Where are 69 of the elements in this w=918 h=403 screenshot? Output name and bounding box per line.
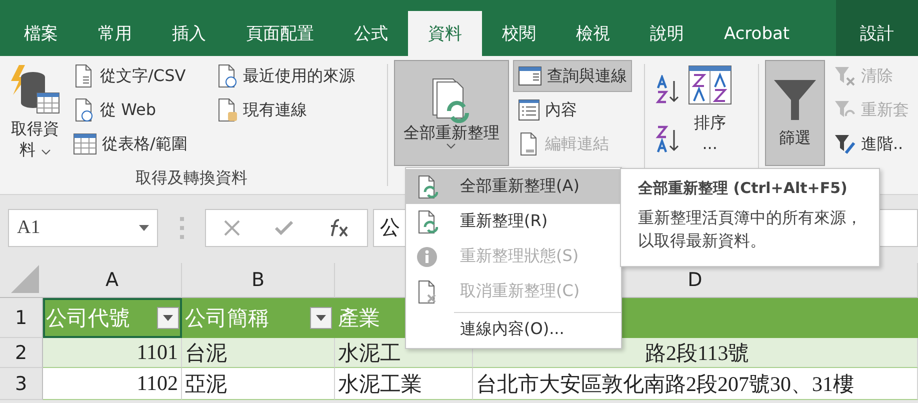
- ribbon-command[interactable]: 現有連線: [211, 94, 360, 126]
- clock-document-icon: [216, 64, 238, 88]
- table-cell: 亞泥: [182, 368, 335, 400]
- ribbon-command[interactable]: 從表格/範圍: [68, 128, 203, 160]
- group-label: 取得及轉換資料: [134, 168, 248, 189]
- filter-dropdown[interactable]: [157, 307, 179, 329]
- caret-icon: [163, 315, 173, 321]
- ribbon-command[interactable]: 從 Web: [68, 94, 203, 126]
- refresh-document-icon: [416, 210, 438, 234]
- table-cell: 水泥工業: [335, 368, 473, 400]
- ribbon-command[interactable]: 進階..: [828, 128, 914, 160]
- refresh-documents-icon: [416, 174, 438, 198]
- header-text: 公司代號: [46, 305, 130, 332]
- advanced-filter-icon: [834, 133, 856, 155]
- ribbon-tab[interactable]: 常用: [78, 11, 152, 56]
- ribbon-tab[interactable]: Acrobat: [704, 11, 810, 56]
- sort-descending-icon: [654, 124, 681, 154]
- ribbon-tab[interactable]: 頁面配置: [226, 11, 334, 56]
- table-icon: [73, 133, 97, 155]
- get-data-button[interactable]: 取得資 料: [6, 60, 64, 168]
- info-icon: [416, 246, 438, 268]
- check-icon[interactable]: [275, 220, 294, 234]
- sort-icon: [688, 65, 732, 105]
- refresh-all-button[interactable]: 全部重新整理: [394, 60, 509, 166]
- table-icon: [518, 66, 542, 86]
- funnel-icon: [772, 78, 817, 122]
- ribbon-tab[interactable]: 插入: [152, 11, 226, 56]
- list-icon: [518, 99, 540, 121]
- sort-button[interactable]: 排序 ...: [684, 60, 735, 168]
- name-box[interactable]: A1: [8, 208, 158, 246]
- tooltip-text: 重新整理活頁簿中的所有來源，以取得最新資料。: [638, 207, 863, 252]
- ribbon-command[interactable]: 最近使用的來源: [211, 60, 360, 92]
- caret-icon: [40, 148, 51, 155]
- ribbon-command[interactable]: 從文字/CSV: [68, 60, 203, 92]
- ribbon-tab[interactable]: 設計: [836, 0, 918, 56]
- caret-icon: [446, 143, 456, 150]
- ribbon-tab[interactable]: 說明: [630, 11, 704, 56]
- database-document-icon: [216, 98, 238, 122]
- insert-function-icon[interactable]: [329, 218, 350, 236]
- tooltip-title: 全部重新整理 (Ctrl+Alt+F5): [638, 179, 848, 198]
- header-text: 產業: [338, 305, 380, 332]
- ribbon-tab[interactable]: 公式: [334, 11, 408, 56]
- ribbon-command[interactable]: 查詢與連線: [512, 60, 632, 92]
- table-cell: 1101: [43, 338, 182, 368]
- header-text: 公司簡稱: [185, 305, 269, 332]
- ribbon-tab[interactable]: 檔案: [4, 11, 78, 56]
- clear-filter-icon: [834, 65, 856, 87]
- ribbon-tab[interactable]: 校閱: [482, 11, 556, 56]
- sort-ascending-icon: [654, 74, 681, 104]
- caret-icon: [316, 315, 326, 321]
- row-header[interactable]: 2: [0, 338, 43, 368]
- filter-dropdown[interactable]: [310, 307, 332, 329]
- grip-icon: [180, 216, 184, 238]
- cancel-refresh-icon: [416, 280, 438, 304]
- row-header[interactable]: 1: [0, 298, 43, 338]
- table-cell: 1102: [43, 368, 182, 400]
- menu-item[interactable]: 全部重新整理(A): [406, 169, 621, 204]
- table-cell: 台北市大安區敦化南路2段207號30、31樓: [473, 368, 918, 400]
- web-file-icon: [73, 98, 95, 122]
- ribbon-command[interactable]: 內容: [512, 94, 632, 126]
- column-header[interactable]: B: [182, 263, 335, 298]
- table-cell: 台泥: [182, 338, 335, 368]
- row-header[interactable]: 3: [0, 368, 43, 400]
- column-header[interactable]: A: [43, 263, 182, 298]
- ribbon-tab[interactable]: 資料: [408, 11, 482, 56]
- ribbon-tab[interactable]: 檢視: [556, 11, 630, 56]
- refresh-documents-icon: [431, 76, 472, 123]
- menu-item[interactable]: 重新整理(R): [406, 204, 621, 239]
- filter-button[interactable]: 篩選: [764, 60, 825, 166]
